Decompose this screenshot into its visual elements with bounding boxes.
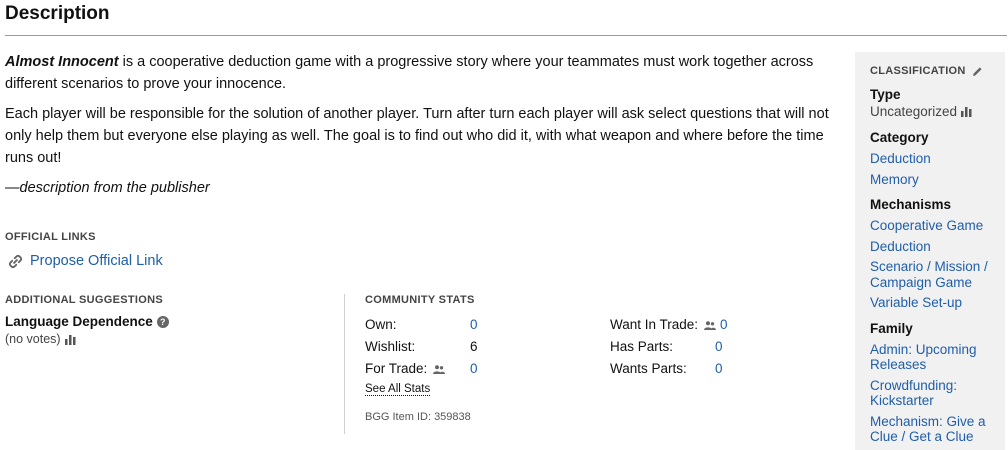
stat-own-value[interactable]: 0 — [470, 316, 478, 334]
stat-label-text: For Trade: — [365, 361, 428, 376]
language-votes: (no votes) — [5, 332, 335, 346]
question-icon[interactable]: ? — [156, 315, 169, 328]
type-section: Type Uncategorized — [870, 86, 990, 120]
official-links-heading: OFFICIAL LINKS — [5, 231, 96, 243]
mechanism-link[interactable]: Cooperative Game — [870, 218, 990, 234]
stat-own: Own: 0 — [365, 316, 605, 334]
section-divider — [344, 294, 345, 434]
stat-wishlist: Wishlist: 6 — [365, 338, 605, 356]
stat-label-text: Want In Trade: — [610, 317, 699, 332]
people-icon — [433, 364, 446, 374]
classification-panel: CLASSIFICATION Type Uncategorized Catego… — [855, 52, 1005, 450]
category-link[interactable]: Memory — [870, 172, 990, 188]
description-text-1: is a cooperative deduction game with a p… — [5, 54, 814, 92]
stat-wants-parts: Wants Parts: 0 — [610, 360, 830, 378]
mechanism-link[interactable]: Variable Set-up — [870, 295, 990, 311]
page-title: Description — [5, 3, 110, 24]
description-attribution: —description from the publisher — [5, 180, 210, 196]
stat-label: Own: — [365, 317, 397, 332]
item-id: BGG Item ID: 359838 — [365, 411, 471, 423]
language-dependence-label: Language Dependence — [5, 314, 153, 329]
bar-chart-icon[interactable] — [64, 334, 76, 345]
family-link[interactable]: Mechanism: Give a Clue / Get a Clue — [870, 414, 990, 445]
stat-has-parts-value[interactable]: 0 — [715, 338, 723, 356]
stat-for-trade-value[interactable]: 0 — [470, 360, 478, 378]
additional-suggestions-heading: ADDITIONAL SUGGESTIONS — [5, 294, 163, 306]
stat-label-with-icon: Want In Trade: — [610, 316, 717, 334]
language-dependence: Language Dependence ? — [5, 314, 335, 329]
category-section: Category Deduction Memory — [870, 129, 990, 187]
description-paragraph-1: Almost Innocent is a cooperative deducti… — [5, 51, 835, 95]
family-link[interactable]: Crowdfunding: Kickstarter — [870, 378, 990, 409]
type-heading: Type — [870, 87, 901, 102]
mechanisms-heading: Mechanisms — [870, 197, 952, 212]
mechanisms-section: Mechanisms Cooperative Game Deduction Sc… — [870, 196, 990, 311]
propose-official-link[interactable]: Propose Official Link — [8, 253, 163, 269]
game-name: Almost Innocent — [5, 54, 119, 70]
link-icon — [8, 254, 23, 268]
stat-label: Wishlist: — [365, 339, 416, 354]
stat-want-in-trade-value[interactable]: 0 — [720, 316, 728, 334]
see-all-stats-link[interactable]: See All Stats — [365, 383, 431, 396]
pencil-icon[interactable] — [972, 66, 983, 77]
description-body: Almost Innocent is a cooperative deducti… — [5, 51, 835, 207]
mechanism-link[interactable]: Scenario / Mission / Campaign Game — [870, 259, 990, 290]
community-stats-heading: COMMUNITY STATS — [365, 294, 475, 306]
description-paragraph-2: Each player will be responsible for the … — [5, 106, 829, 166]
family-link[interactable]: Admin: Upcoming Releases — [870, 342, 990, 373]
propose-official-link-label: Propose Official Link — [30, 253, 163, 269]
family-section: Family Admin: Upcoming Releases Crowdfun… — [870, 320, 990, 445]
stat-wishlist-value: 6 — [470, 339, 478, 354]
category-heading: Category — [870, 130, 929, 145]
stat-want-in-trade: Want In Trade: 0 — [610, 316, 830, 334]
stat-label: Wants Parts: — [610, 361, 687, 376]
stat-for-trade: For Trade: 0 — [365, 360, 605, 378]
mechanism-link[interactable]: Deduction — [870, 239, 990, 255]
additional-suggestions: ADDITIONAL SUGGESTIONS Language Dependen… — [5, 294, 335, 346]
title-divider — [5, 35, 1007, 36]
stat-label: Has Parts: — [610, 339, 674, 354]
type-value-label: Uncategorized — [870, 104, 958, 119]
stat-wants-parts-value[interactable]: 0 — [715, 360, 723, 378]
community-stats: COMMUNITY STATS Own: 0 Wishlist: 6 For T… — [365, 294, 835, 423]
stat-has-parts: Has Parts: 0 — [610, 338, 830, 356]
classification-heading: CLASSIFICATION — [870, 65, 990, 77]
bar-chart-icon[interactable] — [961, 106, 972, 117]
classification-label: CLASSIFICATION — [870, 65, 966, 77]
family-heading: Family — [870, 320, 913, 336]
stat-label-with-icon: For Trade: — [365, 360, 446, 378]
category-link[interactable]: Deduction — [870, 151, 990, 167]
people-icon — [704, 320, 717, 330]
language-votes-label: (no votes) — [5, 332, 61, 346]
type-value: Uncategorized — [870, 103, 990, 120]
